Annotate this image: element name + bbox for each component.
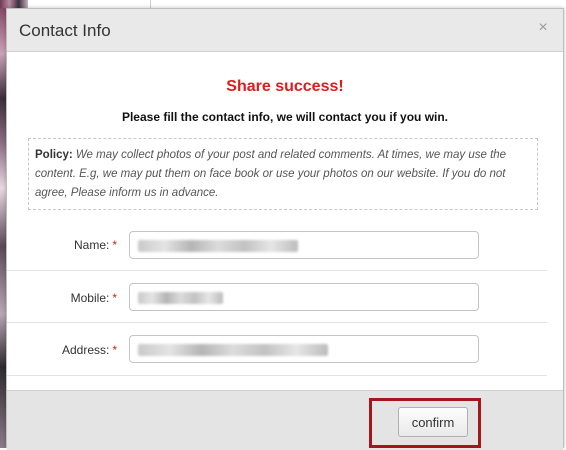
address-label: Address: * (0, 343, 117, 357)
background-page-image (0, 0, 28, 8)
mobile-row: Mobile: * (7, 272, 563, 324)
required-mark: * (112, 291, 117, 305)
address-label-text: Address: (61, 343, 110, 357)
mobile-label: Mobile: * (0, 291, 117, 305)
row-divider (7, 375, 547, 376)
blurred-mobile-value (138, 291, 223, 304)
blurred-address-value (138, 343, 328, 356)
instruction-text: Please fill the contact info, we will co… (121, 110, 449, 124)
row-divider (7, 322, 547, 323)
dialog-footer: confirm (7, 390, 563, 450)
required-mark: * (112, 343, 117, 357)
dialog-header: Contact Info × (7, 9, 563, 52)
policy-notice: Policy: We may collect photos of your po… (28, 138, 538, 210)
background-page-panel (150, 0, 566, 8)
dialog-title: Contact Info (19, 21, 111, 40)
row-divider (7, 270, 547, 271)
policy-label: Policy: (35, 149, 73, 161)
mobile-label-text: Mobile: (70, 291, 110, 305)
confirm-button[interactable]: confirm (398, 407, 468, 437)
name-field[interactable] (129, 231, 479, 259)
name-label: Name: * (0, 238, 117, 252)
close-icon[interactable]: × (535, 19, 551, 37)
contact-info-dialog: Contact Info × Share success! Please fil… (6, 8, 564, 450)
name-label-text: Name: (73, 238, 110, 252)
address-row: Address: * (7, 324, 563, 376)
mobile-field[interactable] (129, 283, 479, 311)
success-message: Share success! (226, 78, 344, 95)
policy-text: We may collect photos of your post and r… (35, 149, 507, 199)
name-row: Name: * (7, 220, 563, 272)
blurred-name-value (138, 239, 298, 252)
address-field[interactable] (129, 335, 479, 363)
required-mark: * (112, 238, 117, 252)
